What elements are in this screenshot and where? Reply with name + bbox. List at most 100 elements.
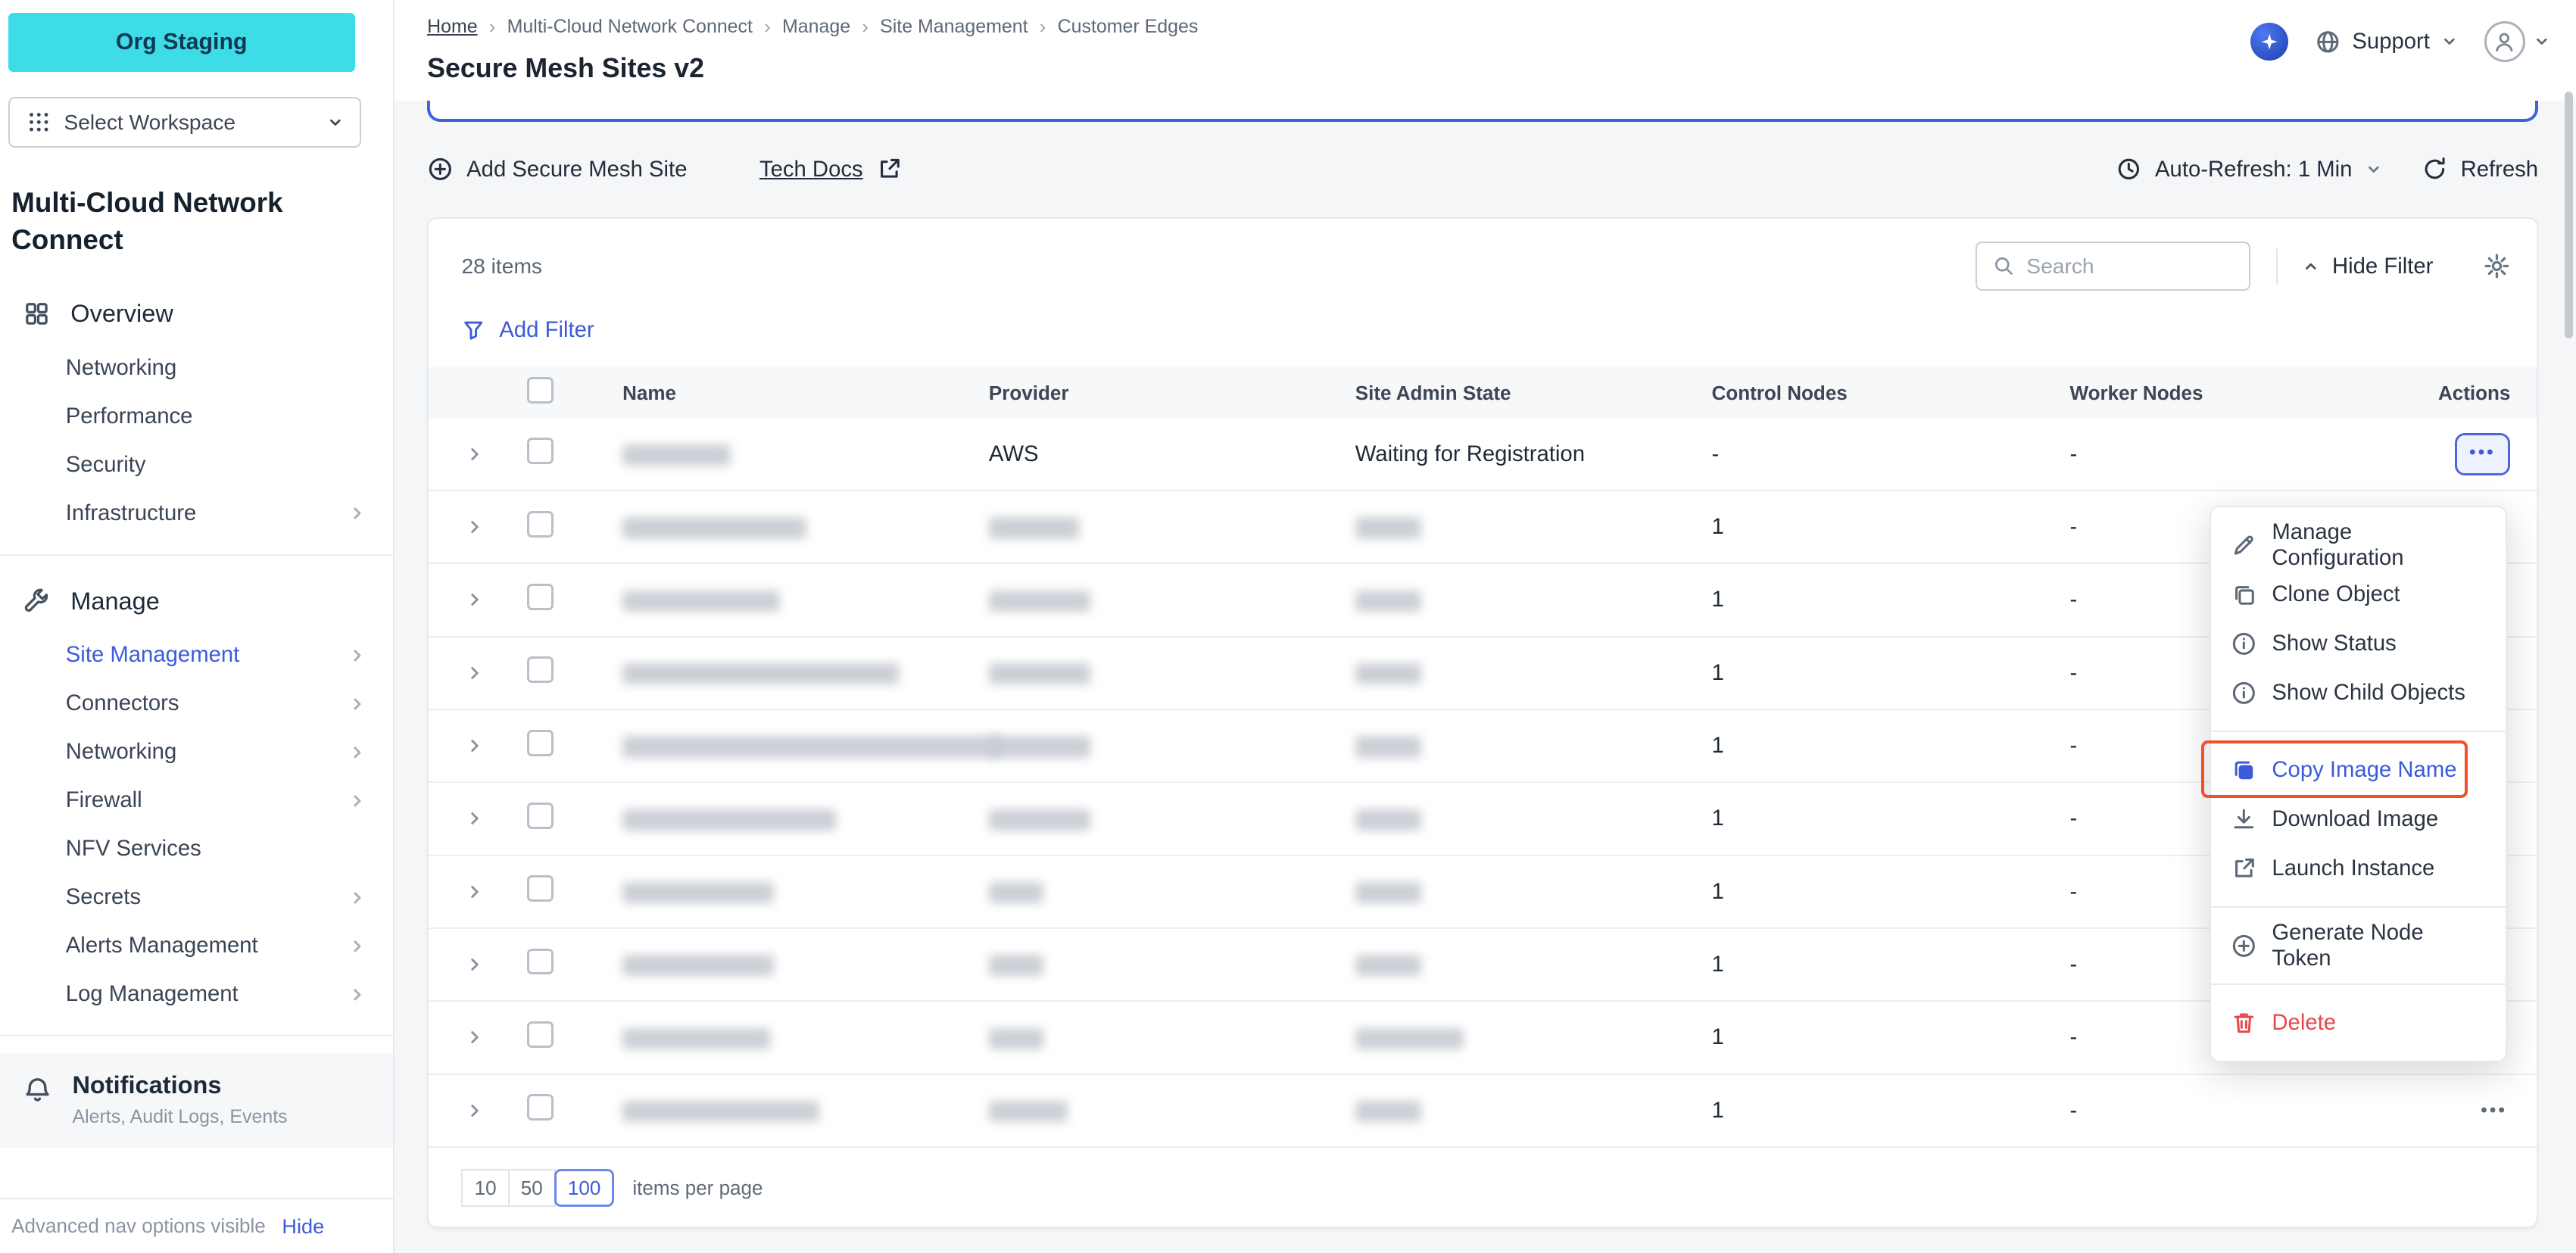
menu-group: Delete — [2211, 985, 2506, 1061]
menu-item-delete[interactable]: Delete — [2211, 999, 2506, 1048]
breadcrumb-item[interactable]: Manage — [782, 16, 850, 38]
auto-refresh-select[interactable]: Auto-Refresh: 1 Min — [2116, 156, 2381, 182]
row-actions-button[interactable]: ••• — [2478, 1093, 2510, 1127]
row-expander[interactable] — [461, 587, 488, 613]
sidebar-item-label: Networking — [66, 355, 176, 381]
sidebar-item-infrastructure[interactable]: Infrastructure — [0, 489, 393, 538]
menu-item-show-status[interactable]: Show Status — [2211, 619, 2506, 669]
product-title: Multi-Cloud Network Connect — [11, 184, 353, 258]
cell-provider — [989, 1024, 1355, 1050]
column-header-worker-nodes[interactable]: Worker Nodes — [2070, 382, 2350, 405]
row-checkbox[interactable] — [527, 584, 554, 610]
row-expander[interactable] — [461, 952, 488, 978]
trash-icon — [2231, 1010, 2257, 1036]
support-menu[interactable]: Support — [2315, 29, 2458, 55]
column-header-site-admin-state[interactable]: Site Admin State — [1355, 382, 1712, 405]
row-checkbox[interactable] — [527, 803, 554, 829]
menu-group: Manage ConfigurationClone ObjectShow Sta… — [2211, 507, 2506, 731]
menu-item-launch-instance[interactable]: Launch Instance — [2211, 844, 2506, 893]
hide-filter-button[interactable]: Hide Filter — [2303, 254, 2433, 279]
redacted-text — [1355, 809, 1421, 831]
assistant-button[interactable] — [2250, 23, 2288, 61]
search-input[interactable] — [2026, 254, 2234, 279]
row-checkbox[interactable] — [527, 875, 554, 902]
row-expander[interactable] — [461, 441, 488, 467]
sidebar-item-performance[interactable]: Performance — [0, 392, 393, 441]
row-expander[interactable] — [461, 1097, 488, 1124]
row-checkbox[interactable] — [527, 438, 554, 464]
row-expander[interactable] — [461, 659, 488, 686]
menu-item-clone-object[interactable]: Clone Object — [2211, 570, 2506, 619]
workspace-selector[interactable]: Select Workspace — [8, 97, 362, 148]
menu-item-generate-node-token[interactable]: Generate Node Token — [2211, 921, 2506, 971]
chevron-down-icon — [2534, 33, 2550, 50]
nav-section-manage[interactable]: Manage — [0, 572, 393, 631]
plus-circle-icon — [427, 156, 454, 182]
globe-icon — [2315, 29, 2341, 55]
add-filter-button[interactable]: Add Filter — [429, 307, 627, 368]
page-size-option-10[interactable]: 10 — [461, 1169, 509, 1207]
column-header-name[interactable]: Name — [622, 382, 989, 405]
row-checkbox[interactable] — [527, 1021, 554, 1048]
redacted-text — [989, 736, 1091, 757]
sidebar-item-nfv-services[interactable]: NFV Services — [0, 824, 393, 873]
org-button[interactable]: Org Staging — [8, 13, 355, 72]
divider — [2276, 248, 2278, 285]
row-actions-button[interactable]: ••• — [2455, 433, 2511, 475]
menu-item-manage-configuration[interactable]: Manage Configuration — [2211, 521, 2506, 570]
sidebar-item-firewall[interactable]: Firewall — [0, 776, 393, 824]
menu-item-show-child-objects[interactable]: Show Child Objects — [2211, 669, 2506, 718]
row-checkbox[interactable] — [527, 1094, 554, 1121]
menu-item-copy-image-name[interactable]: Copy Image Name — [2211, 746, 2506, 795]
cell-name — [622, 514, 989, 540]
row-checkbox[interactable] — [527, 656, 554, 683]
refresh-button[interactable]: Refresh — [2422, 156, 2539, 182]
chevron-down-icon — [2441, 33, 2458, 50]
row-expander[interactable] — [461, 806, 488, 832]
breadcrumb-item[interactable]: Multi-Cloud Network Connect — [507, 16, 753, 38]
sidebar-item-alerts-management[interactable]: Alerts Management — [0, 921, 393, 970]
cell-provider — [989, 1098, 1355, 1124]
sidebar-item-log-management[interactable]: Log Management — [0, 970, 393, 1018]
table-header: Name Provider Site Admin State Control N… — [429, 367, 2537, 418]
sidebar-item-secrets[interactable]: Secrets — [0, 873, 393, 921]
column-header-control-nodes[interactable]: Control Nodes — [1712, 382, 2070, 405]
hide-nav-link[interactable]: Hide — [282, 1214, 324, 1239]
row-checkbox[interactable] — [527, 949, 554, 975]
column-header-provider[interactable]: Provider — [989, 382, 1355, 405]
expander-cell — [461, 878, 527, 905]
menu-item-label: Generate Node Token — [2272, 920, 2485, 971]
chevron-right-icon — [465, 955, 485, 974]
page-scrollbar[interactable] — [2565, 92, 2573, 338]
select-all-checkbox[interactable] — [527, 377, 554, 404]
sidebar-item-connectors[interactable]: Connectors — [0, 679, 393, 728]
row-expander[interactable] — [461, 878, 488, 905]
table-row: AWSWaiting for Registration--••• — [429, 419, 2537, 491]
row-checkbox[interactable] — [527, 511, 554, 538]
sidebar-item-networking[interactable]: Networking — [0, 728, 393, 776]
breadcrumb-item[interactable]: Site Management — [880, 16, 1028, 38]
sidebar-item-site-management[interactable]: Site Management — [0, 631, 393, 679]
breadcrumb-item[interactable]: Home — [427, 16, 478, 38]
cell-provider: AWS — [989, 441, 1355, 467]
tech-docs-link[interactable]: Tech Docs — [759, 156, 903, 182]
sidebar-item-security[interactable]: Security — [0, 441, 393, 489]
sidebar-item-networking[interactable]: Networking — [0, 344, 393, 392]
page-size-option-100[interactable]: 100 — [554, 1169, 615, 1207]
row-checkbox[interactable] — [527, 730, 554, 756]
menu-item-download-image[interactable]: Download Image — [2211, 795, 2506, 844]
row-expander[interactable] — [461, 1024, 488, 1051]
notifications-text: Notifications Alerts, Audit Logs, Events — [72, 1071, 287, 1128]
card-toolbar: 28 items Hide Filter — [429, 219, 2537, 307]
account-menu[interactable] — [2484, 21, 2550, 62]
sidebar-item-notifications[interactable]: Notifications Alerts, Audit Logs, Events — [0, 1053, 393, 1148]
row-expander[interactable] — [461, 733, 488, 759]
chevron-right-icon — [465, 809, 485, 828]
row-expander[interactable] — [461, 514, 488, 541]
info-icon — [2231, 680, 2257, 706]
gear-icon[interactable] — [2483, 252, 2511, 280]
add-secure-mesh-site-button[interactable]: Add Secure Mesh Site — [427, 156, 687, 182]
redacted-text — [622, 955, 774, 976]
page-size-option-50[interactable]: 50 — [508, 1169, 556, 1207]
nav-section-overview[interactable]: Overview — [0, 285, 393, 344]
